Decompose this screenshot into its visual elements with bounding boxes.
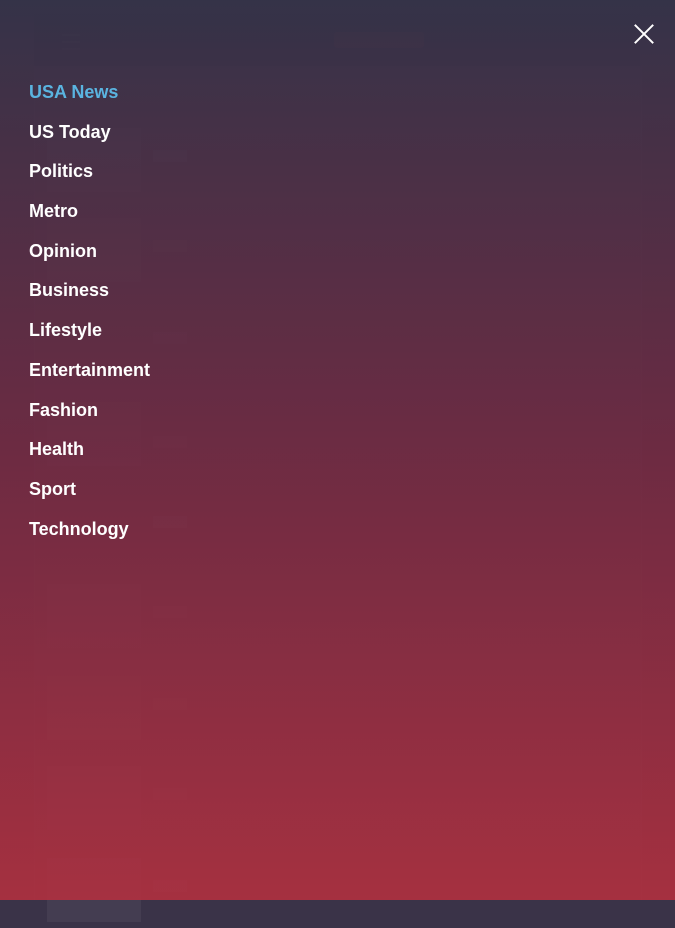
menu-item-sport[interactable]: Sport xyxy=(29,475,150,515)
menu-item-business[interactable]: Business xyxy=(29,276,150,316)
menu-item-health[interactable]: Health xyxy=(29,435,150,475)
menu-item-technology[interactable]: Technology xyxy=(29,515,150,555)
nav-menu: USA News US Today Politics Metro Opinion… xyxy=(29,78,150,554)
menu-item-entertainment[interactable]: Entertainment xyxy=(29,356,150,396)
menu-item-usa-news[interactable]: USA News xyxy=(29,78,150,118)
menu-item-fashion[interactable]: Fashion xyxy=(29,396,150,436)
close-icon[interactable] xyxy=(632,22,656,46)
menu-item-us-today[interactable]: US Today xyxy=(29,118,150,158)
menu-item-metro[interactable]: Metro xyxy=(29,197,150,237)
menu-item-politics[interactable]: Politics xyxy=(29,157,150,197)
menu-item-opinion[interactable]: Opinion xyxy=(29,237,150,277)
menu-item-lifestyle[interactable]: Lifestyle xyxy=(29,316,150,356)
nav-overlay: USA News US Today Politics Metro Opinion… xyxy=(0,0,675,900)
